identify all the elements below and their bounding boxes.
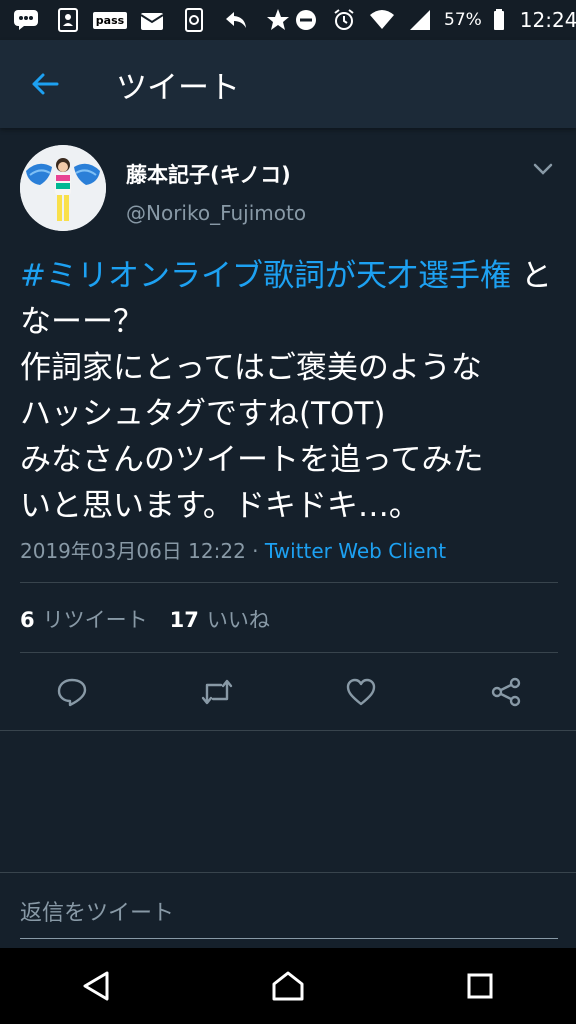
chat-notification-icon (12, 8, 40, 32)
divider (20, 582, 558, 583)
battery-percent: 57% (444, 10, 482, 30)
chevron-down-icon (533, 163, 553, 175)
reply-bar: 返信をツイート (0, 872, 576, 948)
author-row: 藤本記子(キノコ) @Noriko_Fujimoto (20, 145, 558, 237)
retweet-button[interactable] (199, 672, 235, 712)
back-button[interactable] (0, 40, 90, 128)
like-button[interactable] (343, 672, 379, 712)
reply-notification-icon (222, 8, 250, 32)
author-name[interactable]: 藤本記子(キノコ) (126, 159, 306, 189)
author-info: 藤本記子(キノコ) @Noriko_Fujimoto (126, 159, 306, 225)
wifi-icon (368, 8, 396, 32)
contacts-notification-icon (54, 8, 82, 32)
author-handle[interactable]: @Noriko_Fujimoto (126, 201, 306, 225)
status-bar: pass 57% 12:24 (0, 0, 576, 40)
clock: 12:24 (519, 8, 576, 32)
system-back-button[interactable] (66, 956, 126, 1016)
retweet-stat[interactable]: 6 リツイート (20, 604, 148, 634)
hashtag-link[interactable]: #ミリオンライブ歌詞が天才選手権 (20, 258, 511, 294)
divider (20, 652, 558, 653)
reply-button[interactable] (54, 672, 90, 712)
signal-icon (406, 8, 434, 32)
like-stat[interactable]: 17 いいね (170, 604, 270, 634)
avatar[interactable] (20, 145, 106, 231)
share-button[interactable] (488, 672, 524, 712)
system-recents-button[interactable] (450, 956, 510, 1016)
home-icon (272, 971, 304, 1001)
alarm-icon (330, 8, 358, 32)
retweet-icon (201, 679, 232, 705)
recents-icon (467, 973, 493, 999)
back-triangle-icon (83, 971, 109, 1001)
star-notification-icon (264, 8, 292, 32)
tweet-timestamp: 2019年03月06日 12:22 (20, 539, 246, 563)
retweet-count: 6 (20, 608, 35, 632)
battery-icon (492, 8, 506, 32)
system-home-button[interactable] (258, 956, 318, 1016)
system-nav-bar (0, 948, 576, 1024)
retweet-label: リツイート (42, 608, 148, 632)
sync-notification-icon (180, 8, 208, 32)
mail-notification-icon (138, 8, 166, 32)
tweet-actions (20, 672, 558, 712)
tweet-detail: 藤本記子(キノコ) @Noriko_Fujimoto #ミリオンライブ歌詞が天才… (20, 145, 558, 563)
divider (0, 730, 576, 731)
share-icon (491, 677, 521, 707)
client-link[interactable]: Twitter Web Client (265, 539, 446, 563)
back-arrow-icon (32, 73, 59, 95)
tweet-meta: 2019年03月06日 12:22 · Twitter Web Client (20, 535, 558, 564)
reply-icon (57, 678, 87, 707)
app-header: ツイート (0, 40, 576, 128)
tweet-menu-button[interactable] (532, 161, 558, 181)
do-not-disturb-icon (292, 8, 320, 32)
reply-input[interactable]: 返信をツイート (20, 895, 558, 939)
pass-notification-icon: pass (92, 8, 128, 32)
like-label: いいね (206, 608, 270, 632)
tweet-stats: 6 リツイート 17 いいね (20, 604, 270, 634)
meta-separator: · (245, 539, 265, 563)
page-title: ツイート (116, 69, 240, 106)
tweet-text: #ミリオンライブ歌詞が天才選手権 となーー？ 作詞家にとってはご褒美のような ハ… (20, 253, 558, 529)
heart-icon (347, 678, 376, 706)
like-count: 17 (169, 608, 199, 632)
tweet-text-body: となーー？ 作詞家にとってはご褒美のような ハッシュタグですね(TOT) みなさ… (20, 258, 552, 524)
